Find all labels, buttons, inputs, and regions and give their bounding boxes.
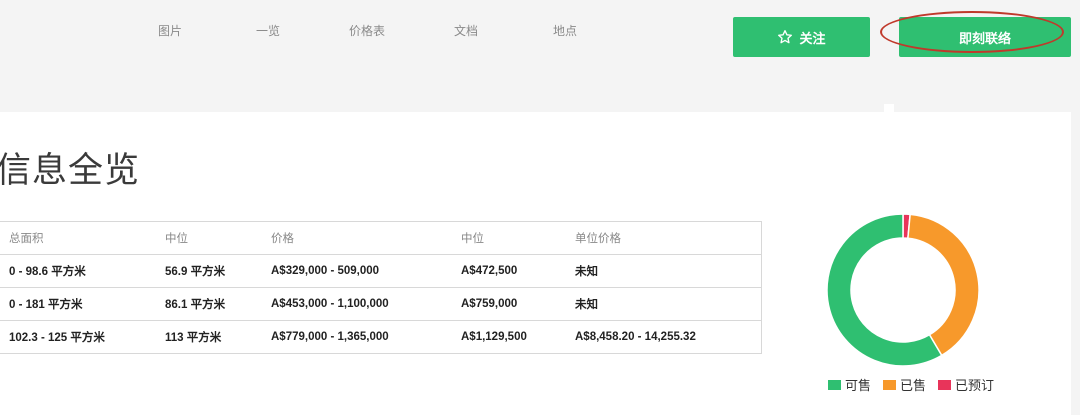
- legend-item[interactable]: 可售: [828, 375, 871, 394]
- contact-now-label: 即刻联络: [958, 30, 1011, 46]
- header-median-price: 中位: [451, 221, 565, 255]
- overview-panel: 信息全览 总面积 中位 价格 中位 单位价格 0 - 98.6 平方米 56.9…: [0, 112, 1071, 415]
- chart-legend: 可售 已售 已预订: [828, 375, 994, 394]
- table-cell: A$329,000 - 509,000: [261, 254, 451, 288]
- table-cell: A$1,129,500: [461, 331, 527, 343]
- legend-item[interactable]: 已预订: [938, 375, 994, 394]
- legend-swatch: [883, 379, 897, 390]
- header-median-area: 中位: [155, 221, 261, 255]
- nav-link-location[interactable]: 地点: [553, 22, 577, 39]
- legend-label: 可售: [845, 378, 872, 393]
- nav-link-documents[interactable]: 文档: [454, 22, 478, 39]
- star-icon: [777, 29, 793, 45]
- legend-swatch: [828, 379, 841, 390]
- table-cell: 未知: [565, 287, 762, 321]
- header-price: 价格: [261, 221, 451, 255]
- table-header-row: 总面积 中位 价格 中位 单位价格: [0, 221, 762, 255]
- follow-button[interactable]: 关注: [733, 17, 870, 57]
- page-title: 信息全览: [0, 151, 141, 190]
- nav-link-photos[interactable]: 图片: [158, 22, 182, 39]
- table-cell: 未知: [565, 254, 762, 288]
- table-row: 102.3 - 125 平方米 113 平方米 A$779,000 - 1,36…: [0, 321, 762, 354]
- table-cell: A$453,000 - 1,100,000: [261, 287, 451, 321]
- table-cell: 113 平方米: [165, 332, 222, 344]
- table-row: 0 - 181 平方米 86.1 平方米 A$453,000 - 1,100,0…: [0, 287, 762, 321]
- status-donut-chart: [826, 213, 980, 367]
- table-cell: 86.1 平方米: [155, 287, 261, 321]
- table-cell: A$8,458.20 - 14,255.32: [575, 331, 696, 343]
- table-cell: 102.3 - 125 平方米: [9, 332, 105, 344]
- info-table: 总面积 中位 价格 中位 单位价格 0 - 98.6 平方米 56.9 平方米 …: [0, 221, 762, 354]
- table-cell: A$779,000 - 1,365,000: [271, 331, 389, 343]
- table-cell: A$759,000: [451, 287, 565, 321]
- donut-slice-1: [907, 213, 980, 357]
- legend-label: 已预订: [955, 378, 995, 393]
- follow-button-label: 关注: [799, 30, 826, 46]
- header-unit-price: 单位价格: [565, 221, 762, 255]
- table-cell: 0 - 98.6 平方米: [0, 254, 155, 288]
- table-cell: A$472,500: [451, 254, 565, 288]
- top-nav: 图片 一览 价格表 文档 地点 关注 即刻联络: [0, 0, 1080, 112]
- nav-link-price-list[interactable]: 价格表: [349, 22, 385, 39]
- legend-swatch: [938, 379, 952, 390]
- table-cell: 56.9 平方米: [155, 254, 261, 288]
- contact-now-button[interactable]: 即刻联络: [899, 17, 1071, 57]
- table-cell: 0 - 181 平方米: [0, 287, 155, 321]
- nav-link-overview[interactable]: 一览: [256, 22, 280, 39]
- table-row: 0 - 98.6 平方米 56.9 平方米 A$329,000 - 509,00…: [0, 254, 762, 288]
- legend-label: 已售: [900, 378, 927, 393]
- legend-item[interactable]: 已售: [883, 375, 926, 394]
- header-total-area: 总面积: [0, 221, 155, 255]
